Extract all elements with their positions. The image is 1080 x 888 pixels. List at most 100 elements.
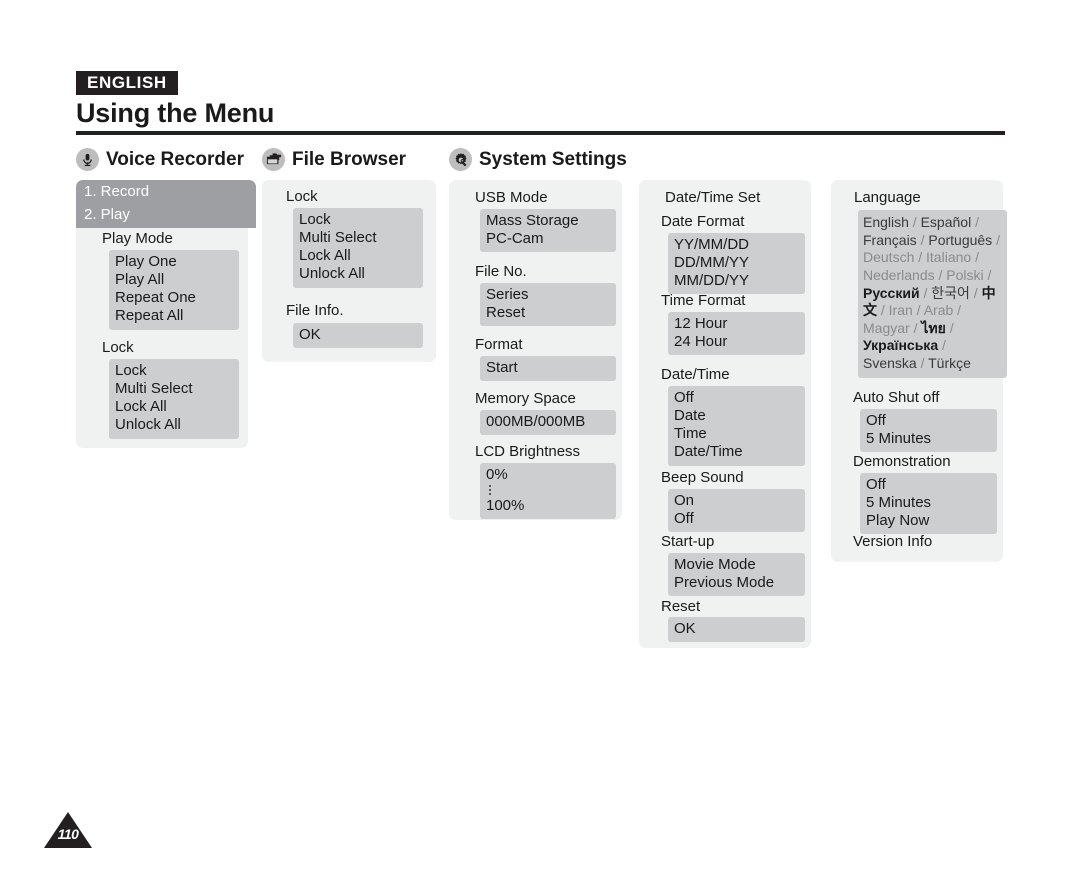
language-polski[interactable]: Polski bbox=[946, 267, 983, 283]
page-title: Using the Menu bbox=[76, 98, 275, 128]
option-movie-mode[interactable]: Movie Mode bbox=[668, 556, 805, 574]
option-play-one[interactable]: Play One bbox=[109, 253, 239, 271]
section-label: Voice Recorder bbox=[106, 148, 244, 170]
section-label: File Browser bbox=[292, 148, 407, 170]
option-unlock-all[interactable]: Unlock All bbox=[293, 265, 423, 283]
group-label-file-no: File No. bbox=[475, 263, 527, 280]
option-play-all[interactable]: Play All bbox=[109, 271, 239, 289]
language-portugues[interactable]: Português bbox=[928, 232, 992, 248]
option-time[interactable]: Time bbox=[668, 425, 805, 443]
group-label-date-time: Date/Time bbox=[661, 366, 730, 383]
option-group-reset: OK bbox=[668, 617, 805, 643]
lcd-brightness-min[interactable]: 0% bbox=[480, 466, 616, 484]
option-mmddyy[interactable]: MM/DD/YY bbox=[668, 272, 805, 290]
language-thai[interactable]: ไทย bbox=[921, 320, 945, 336]
option-group-lock: Lock Multi Select Lock All Unlock All bbox=[293, 208, 423, 288]
option-start[interactable]: Start bbox=[480, 359, 616, 377]
option-lock[interactable]: Lock bbox=[109, 362, 239, 380]
language-espanol[interactable]: Español bbox=[921, 214, 972, 230]
option-5-minutes[interactable]: 5 Minutes bbox=[860, 494, 997, 512]
option-group-format: Start bbox=[480, 356, 616, 382]
group-label-memory-space: Memory Space bbox=[475, 390, 576, 407]
option-off[interactable]: Off bbox=[860, 412, 997, 430]
option-24-hour[interactable]: 24 Hour bbox=[668, 333, 805, 351]
gear-wrench-icon bbox=[449, 148, 472, 171]
menu-item-play[interactable]: 2. Play bbox=[76, 203, 256, 228]
group-label-language: Language bbox=[854, 189, 921, 206]
section-heading-system-settings: System Settings bbox=[449, 148, 627, 171]
language-english[interactable]: English bbox=[863, 214, 909, 230]
language-francais[interactable]: Français bbox=[863, 232, 917, 248]
language-magyar[interactable]: Magyar bbox=[863, 320, 910, 336]
option-repeat-all[interactable]: Repeat All bbox=[109, 307, 239, 325]
group-label-file-info: File Info. bbox=[286, 302, 344, 319]
option-group-usb-mode: Mass Storage PC-Cam bbox=[480, 209, 616, 253]
voice-recorder-panel: 1. Record 2. Play Play Mode Play One Pla… bbox=[76, 180, 256, 448]
lcd-brightness-max[interactable]: 100% bbox=[480, 497, 616, 515]
option-mass-storage[interactable]: Mass Storage bbox=[480, 212, 616, 230]
option-series[interactable]: Series bbox=[480, 286, 616, 304]
language-iran[interactable]: Iran bbox=[889, 302, 913, 318]
option-multi-select[interactable]: Multi Select bbox=[109, 380, 239, 398]
language-svenska[interactable]: Svenska bbox=[863, 355, 917, 371]
option-date[interactable]: Date bbox=[668, 407, 805, 425]
range-dots-icon bbox=[489, 485, 491, 497]
group-label-lock: Lock bbox=[286, 188, 318, 205]
option-on[interactable]: On bbox=[668, 492, 805, 510]
option-ok[interactable]: OK bbox=[293, 326, 423, 344]
folder-stack-icon bbox=[262, 148, 285, 171]
option-play-now[interactable]: Play Now bbox=[860, 512, 997, 530]
option-group-file-info: OK bbox=[293, 323, 423, 349]
language-badge: ENGLISH bbox=[76, 71, 178, 95]
group-label-play-mode: Play Mode bbox=[102, 230, 173, 247]
option-unlock-all[interactable]: Unlock All bbox=[109, 416, 239, 434]
language-turkce[interactable]: Türkçe bbox=[928, 355, 971, 371]
file-browser-panel: Lock Lock Multi Select Lock All Unlock A… bbox=[262, 180, 436, 362]
group-label-version-info: Version Info bbox=[853, 533, 933, 550]
language-arab[interactable]: Arab bbox=[924, 302, 954, 318]
group-label-lock: Lock bbox=[102, 339, 134, 356]
option-group-lcd-brightness: 0% 100% bbox=[480, 463, 616, 520]
language-ukrainian[interactable]: Українська bbox=[863, 337, 938, 353]
option-previous-mode[interactable]: Previous Mode bbox=[668, 574, 805, 592]
group-label-format: Format bbox=[475, 336, 523, 353]
option-lock-all[interactable]: Lock All bbox=[293, 247, 423, 265]
option-yymmdd[interactable]: YY/MM/DD bbox=[668, 236, 805, 254]
option-ddmmyy[interactable]: DD/MM/YY bbox=[668, 254, 805, 272]
page-number-marker: 110 bbox=[44, 812, 92, 848]
language-italiano[interactable]: Italiano bbox=[926, 249, 971, 265]
option-group-auto-shut-off: Off 5 Minutes bbox=[860, 409, 997, 453]
option-lock-all[interactable]: Lock All bbox=[109, 398, 239, 416]
option-reset[interactable]: Reset bbox=[480, 304, 616, 322]
option-group-date-time: Off Date Time Date/Time bbox=[668, 386, 805, 466]
option-off[interactable]: Off bbox=[668, 389, 805, 407]
menu-item-record[interactable]: 1. Record bbox=[76, 180, 256, 205]
option-group-beep-sound: On Off bbox=[668, 489, 805, 533]
option-group-lock: Lock Multi Select Lock All Unlock All bbox=[109, 359, 239, 439]
language-deutsch[interactable]: Deutsch bbox=[863, 249, 914, 265]
option-repeat-one[interactable]: Repeat One bbox=[109, 289, 239, 307]
option-date-time[interactable]: Date/Time bbox=[668, 443, 805, 461]
option-off[interactable]: Off bbox=[668, 510, 805, 528]
group-label-date-format: Date Format bbox=[661, 213, 745, 230]
language-korean[interactable]: 한국어 bbox=[931, 285, 970, 301]
group-label-usb-mode: USB Mode bbox=[475, 189, 548, 206]
option-pc-cam[interactable]: PC-Cam bbox=[480, 230, 616, 248]
group-label-beep-sound: Beep Sound bbox=[661, 469, 744, 486]
language-nederlands[interactable]: Nederlands bbox=[863, 267, 935, 283]
option-5-minutes[interactable]: 5 Minutes bbox=[860, 430, 997, 448]
option-multi-select[interactable]: Multi Select bbox=[293, 229, 423, 247]
option-12-hour[interactable]: 12 Hour bbox=[668, 315, 805, 333]
title-divider bbox=[76, 131, 1005, 135]
option-group-date-format: YY/MM/DD DD/MM/YY MM/DD/YY bbox=[668, 233, 805, 295]
section-heading-file-browser: File Browser bbox=[262, 148, 406, 171]
memory-space-value: 000MB/000MB bbox=[486, 413, 586, 430]
option-ok[interactable]: OK bbox=[668, 620, 805, 638]
microphone-icon bbox=[76, 148, 99, 171]
system-settings-usb-panel: USB Mode Mass Storage PC-Cam File No. Se… bbox=[449, 180, 622, 520]
option-off[interactable]: Off bbox=[860, 476, 997, 494]
language-russian[interactable]: Русский bbox=[863, 285, 920, 301]
group-label-time-format: Time Format bbox=[661, 292, 746, 309]
group-label-date-time-set: Date/Time Set bbox=[665, 189, 761, 206]
option-lock[interactable]: Lock bbox=[293, 211, 423, 229]
